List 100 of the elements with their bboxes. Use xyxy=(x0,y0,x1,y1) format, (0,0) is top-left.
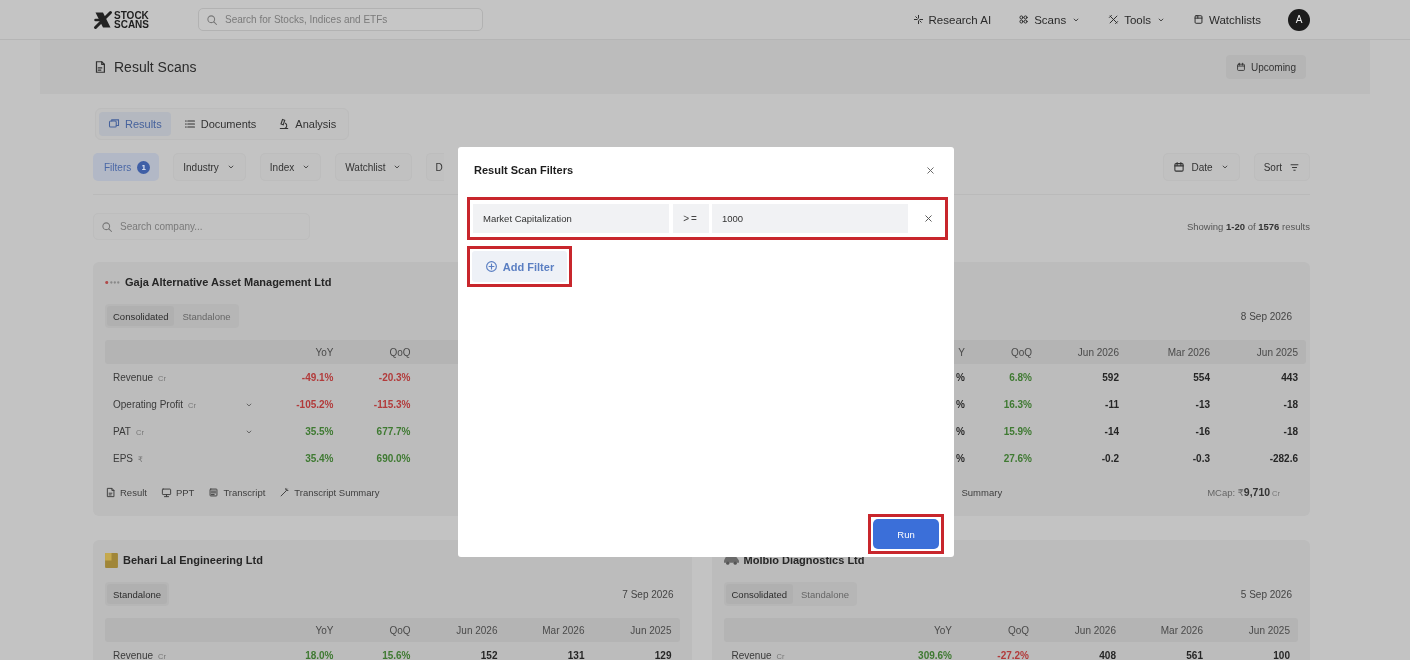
document-link[interactable]: PPT xyxy=(160,486,195,498)
column-header: Jun 2026 xyxy=(455,624,498,636)
operator-select[interactable]: >= xyxy=(673,204,709,233)
dialog-title: Result Scan Filters xyxy=(474,164,574,176)
table-cell: 677.7% xyxy=(376,426,411,437)
column-header: QoQ xyxy=(388,346,411,358)
logo-text: SCANS xyxy=(114,19,149,29)
add-filter-button[interactable]: Add Filter xyxy=(472,251,567,282)
logo-icon xyxy=(93,9,113,30)
calendar-icon xyxy=(1235,62,1246,72)
value-input[interactable]: 1000 xyxy=(712,204,908,233)
filters-button[interactable]: Filters 1 xyxy=(93,153,160,181)
close-icon xyxy=(925,164,936,176)
page-title: Result Scans xyxy=(114,59,197,75)
calendar-icon xyxy=(1172,161,1185,173)
toggle-option[interactable]: Consolidated xyxy=(107,306,175,326)
nav-menu-item[interactable]: Research AI xyxy=(912,13,992,26)
dropdown-button[interactable]: Industry xyxy=(173,153,246,181)
count-badge: 1 xyxy=(137,160,151,174)
row-label: Revenue xyxy=(113,650,154,660)
dropdown-button[interactable]: D xyxy=(426,153,445,181)
table-cell: -14 xyxy=(1104,426,1119,437)
column-header: Mar 2026 xyxy=(1159,624,1203,636)
presentation-icon xyxy=(160,486,172,498)
run-button[interactable]: Run xyxy=(873,519,939,549)
table-cell: 131 xyxy=(567,650,585,660)
table-cell: -0.2 xyxy=(1101,453,1119,464)
market-cap: MCap: ₹9,710 xyxy=(1207,486,1271,498)
close-icon xyxy=(923,213,934,224)
table-cell: % xyxy=(956,399,965,410)
table-cell: -20.3% xyxy=(378,372,411,383)
row-label: PAT xyxy=(113,426,131,437)
table-cell: 15.9% xyxy=(1003,426,1032,437)
toggle-option[interactable]: Consolidated xyxy=(725,584,793,604)
dropdown-button[interactable]: Index xyxy=(259,153,322,181)
nav-menu-item[interactable]: Scans xyxy=(1018,13,1082,26)
column-header: Jun 2025 xyxy=(629,624,672,636)
date-button[interactable]: Date xyxy=(1162,153,1240,181)
company-name[interactable]: Gaja Alternative Asset Management Ltd xyxy=(125,276,332,288)
document-link[interactable]: Summary xyxy=(961,486,1003,498)
list-icon xyxy=(183,118,196,130)
table-cell: -115.3% xyxy=(373,399,411,410)
table-cell: 18.0% xyxy=(305,650,334,660)
column-header: Jun 2025 xyxy=(1247,624,1290,636)
company-logo-icon xyxy=(723,555,739,565)
table-cell: 15.6% xyxy=(382,650,411,660)
search-field[interactable]: Search for Stocks, Indices and ETFs xyxy=(198,8,483,31)
table-cell: % xyxy=(956,372,965,383)
table-cell: -27.2% xyxy=(997,650,1029,660)
column-header: Jun 2026 xyxy=(1076,346,1119,358)
tab[interactable]: Analysis xyxy=(269,112,346,136)
tab[interactable]: Documents xyxy=(174,112,266,136)
company-logo-icon xyxy=(105,552,118,568)
table-cell: 592 xyxy=(1102,372,1119,383)
sort-icon xyxy=(1289,161,1300,173)
grid-icon xyxy=(1018,14,1030,25)
table-cell: 35.4% xyxy=(305,453,334,464)
file-icon xyxy=(105,486,116,498)
avatar[interactable]: A xyxy=(1288,8,1310,31)
logo-text: STOCK xyxy=(114,10,149,20)
result-date: 7 Sep 2026 xyxy=(622,588,675,600)
column-header: Mar 2026 xyxy=(541,624,585,636)
toggle-option[interactable]: Standalone xyxy=(107,584,168,604)
table-cell: -13 xyxy=(1195,399,1210,410)
nav-menu-item[interactable]: Watchlists xyxy=(1193,13,1261,26)
document-link[interactable]: Transcript Summary xyxy=(279,486,380,498)
company-name[interactable]: Behari Lal Engineering Ltd xyxy=(123,554,263,566)
column-header: Y xyxy=(957,346,965,358)
table-cell: -11 xyxy=(1105,399,1119,410)
close-button[interactable] xyxy=(925,164,936,176)
column-header: Jun 2025 xyxy=(1255,346,1298,358)
table-cell: 408 xyxy=(1099,650,1116,660)
cards-icon xyxy=(108,118,120,130)
field-select[interactable]: Market Capitalization xyxy=(473,204,669,233)
table-cell: -16 xyxy=(1195,426,1210,437)
table-cell: 309.6% xyxy=(918,650,952,660)
row-label: Revenue xyxy=(731,650,772,660)
table-cell: 443 xyxy=(1281,372,1298,383)
column-header: Mar 2026 xyxy=(1166,346,1210,358)
table-cell: 152 xyxy=(480,650,498,660)
document-icon xyxy=(93,60,107,74)
search-field[interactable]: Search company... xyxy=(93,213,310,240)
search-icon xyxy=(206,13,218,26)
dropdown-button[interactable]: Watchlist xyxy=(335,153,413,181)
column-header: YoY xyxy=(933,624,952,636)
column-header: Jun 2026 xyxy=(1073,624,1116,636)
upcoming-button[interactable]: Upcoming xyxy=(1225,55,1306,79)
sort-button[interactable]: Sort xyxy=(1253,153,1310,181)
column-header: QoQ xyxy=(1006,624,1029,636)
sparkle-icon xyxy=(912,14,924,25)
table-cell: -18 xyxy=(1283,426,1298,437)
column-header: QoQ xyxy=(1009,346,1032,358)
results-count: Showing 1-20 of 1576 results xyxy=(1186,221,1310,232)
result-date: 5 Sep 2026 xyxy=(1240,588,1293,600)
nav-menu-item[interactable]: Tools xyxy=(1108,13,1166,26)
table-cell: 6.8% xyxy=(1009,372,1032,383)
remove-button[interactable] xyxy=(923,213,934,224)
document-link[interactable]: Transcript xyxy=(208,486,266,498)
document-link[interactable]: Result xyxy=(105,486,147,498)
company-logo-icon xyxy=(105,280,120,284)
